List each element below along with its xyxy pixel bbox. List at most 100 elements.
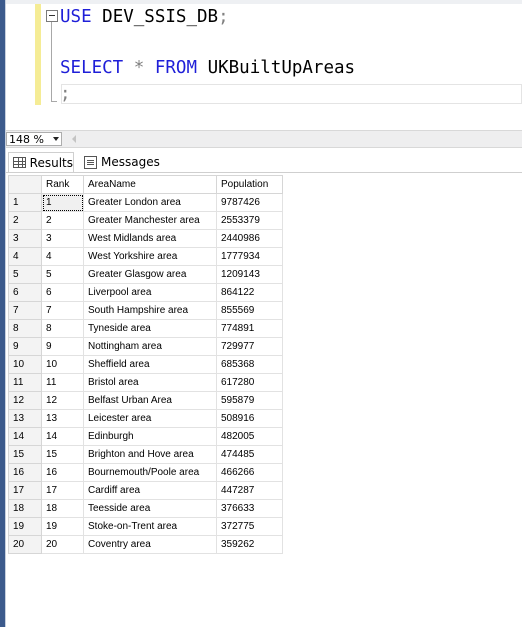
cell-areaname[interactable]: Stoke-on-Trent area	[83, 517, 217, 536]
row-number[interactable]: 4	[8, 247, 42, 266]
column-header-population[interactable]: Population	[216, 175, 283, 194]
table-row[interactable]: 15 15 Brighton and Hove area 474485	[8, 445, 283, 464]
cell-areaname[interactable]: Sheffield area	[83, 355, 217, 374]
cell-rank[interactable]: 8	[41, 319, 84, 338]
scroll-left-icon[interactable]	[72, 135, 76, 143]
cell-population[interactable]: 774891	[216, 319, 283, 338]
cell-rank[interactable]: 2	[41, 211, 84, 230]
column-header-rank[interactable]: Rank	[41, 175, 84, 194]
cell-population[interactable]: 372775	[216, 517, 283, 536]
cell-population[interactable]: 617280	[216, 373, 283, 392]
row-number[interactable]: 19	[8, 517, 42, 536]
table-row[interactable]: 10 10 Sheffield area 685368	[8, 355, 283, 374]
cell-rank[interactable]: 5	[41, 265, 84, 284]
row-number[interactable]: 20	[8, 535, 42, 554]
row-number[interactable]: 10	[8, 355, 42, 374]
row-number[interactable]: 13	[8, 409, 42, 428]
code-line-use[interactable]: USE DEV_SSIS_DB;	[60, 7, 229, 27]
code-line-select[interactable]: SELECT * FROM UKBuiltUpAreas	[60, 58, 355, 78]
table-row[interactable]: 13 13 Leicester area 508916	[8, 409, 283, 428]
cell-rank[interactable]: 6	[41, 283, 84, 302]
chevron-down-icon[interactable]	[53, 137, 59, 141]
row-number[interactable]: 1	[8, 193, 42, 212]
cell-areaname[interactable]: Brighton and Hove area	[83, 445, 217, 464]
row-number[interactable]: 16	[8, 463, 42, 482]
cell-population[interactable]: 474485	[216, 445, 283, 464]
cell-areaname[interactable]: Tyneside area	[83, 319, 217, 338]
row-number[interactable]: 15	[8, 445, 42, 464]
cell-population[interactable]: 376633	[216, 499, 283, 518]
cell-areaname[interactable]: Belfast Urban Area	[83, 391, 217, 410]
cell-rank[interactable]: 18	[41, 499, 84, 518]
table-row[interactable]: 6 6 Liverpool area 864122	[8, 283, 283, 302]
table-row[interactable]: 4 4 West Yorkshire area 1777934	[8, 247, 283, 266]
cell-rank[interactable]: 3	[41, 229, 84, 248]
cell-population[interactable]: 685368	[216, 355, 283, 374]
cell-areaname[interactable]: Coventry area	[83, 535, 217, 554]
cell-rank[interactable]: 14	[41, 427, 84, 446]
row-number[interactable]: 3	[8, 229, 42, 248]
collapse-outline-icon[interactable]	[46, 10, 58, 22]
cell-areaname[interactable]: Cardiff area	[83, 481, 217, 500]
cell-rank[interactable]: 1	[41, 193, 84, 212]
cell-areaname[interactable]: Leicester area	[83, 409, 217, 428]
tab-results[interactable]: Results	[8, 152, 74, 172]
cell-areaname[interactable]: Bournemouth/Poole area	[83, 463, 217, 482]
cell-areaname[interactable]: Greater Manchester area	[83, 211, 217, 230]
cell-areaname[interactable]: Edinburgh	[83, 427, 217, 446]
table-row[interactable]: 1 1 Greater London area 9787426	[8, 193, 283, 212]
cell-population[interactable]: 9787426	[216, 193, 283, 212]
table-row[interactable]: 18 18 Teesside area 376633	[8, 499, 283, 518]
cell-population[interactable]: 1209143	[216, 265, 283, 284]
query-editor[interactable]: USE DEV_SSIS_DB; SELECT * FROM UKBuiltUp…	[6, 0, 522, 130]
cell-areaname[interactable]: Bristol area	[83, 373, 217, 392]
cell-rank[interactable]: 17	[41, 481, 84, 500]
table-row[interactable]: 14 14 Edinburgh 482005	[8, 427, 283, 446]
table-row[interactable]: 11 11 Bristol area 617280	[8, 373, 283, 392]
row-number[interactable]: 6	[8, 283, 42, 302]
row-number[interactable]: 11	[8, 373, 42, 392]
table-row[interactable]: 5 5 Greater Glasgow area 1209143	[8, 265, 283, 284]
cell-rank[interactable]: 13	[41, 409, 84, 428]
cell-areaname[interactable]: West Yorkshire area	[83, 247, 217, 266]
cell-population[interactable]: 855569	[216, 301, 283, 320]
row-number[interactable]: 14	[8, 427, 42, 446]
cell-population[interactable]: 359262	[216, 535, 283, 554]
tab-messages[interactable]: Messages	[80, 152, 160, 172]
cell-rank[interactable]: 4	[41, 247, 84, 266]
table-row[interactable]: 9 9 Nottingham area 729977	[8, 337, 283, 356]
cell-population[interactable]: 2440986	[216, 229, 283, 248]
row-number[interactable]: 17	[8, 481, 42, 500]
row-number[interactable]: 12	[8, 391, 42, 410]
table-row[interactable]: 3 3 West Midlands area 2440986	[8, 229, 283, 248]
cell-population[interactable]: 466266	[216, 463, 283, 482]
row-number[interactable]: 18	[8, 499, 42, 518]
cell-areaname[interactable]: South Hampshire area	[83, 301, 217, 320]
table-row[interactable]: 12 12 Belfast Urban Area 595879	[8, 391, 283, 410]
row-number[interactable]: 9	[8, 337, 42, 356]
row-number[interactable]: 7	[8, 301, 42, 320]
code-line-terminator[interactable]: ;	[60, 84, 71, 104]
cell-rank[interactable]: 10	[41, 355, 84, 374]
table-row[interactable]: 20 20 Coventry area 359262	[8, 535, 283, 554]
cell-population[interactable]: 1777934	[216, 247, 283, 266]
cell-population[interactable]: 864122	[216, 283, 283, 302]
table-row[interactable]: 2 2 Greater Manchester area 2553379	[8, 211, 283, 230]
results-grid[interactable]: Rank AreaName Population 1 1 Greater Londo…	[6, 173, 522, 627]
cell-areaname[interactable]: West Midlands area	[83, 229, 217, 248]
cell-rank[interactable]: 7	[41, 301, 84, 320]
cell-areaname[interactable]: Teesside area	[83, 499, 217, 518]
row-number[interactable]: 8	[8, 319, 42, 338]
cell-population[interactable]: 729977	[216, 337, 283, 356]
cell-areaname[interactable]: Greater London area	[83, 193, 217, 212]
cell-rank[interactable]: 15	[41, 445, 84, 464]
table-row[interactable]: 19 19 Stoke-on-Trent area 372775	[8, 517, 283, 536]
cell-population[interactable]: 595879	[216, 391, 283, 410]
table-row[interactable]: 8 8 Tyneside area 774891	[8, 319, 283, 338]
row-number[interactable]: 5	[8, 265, 42, 284]
cell-areaname[interactable]: Nottingham area	[83, 337, 217, 356]
row-number[interactable]: 2	[8, 211, 42, 230]
cell-population[interactable]: 508916	[216, 409, 283, 428]
cell-areaname[interactable]: Greater Glasgow area	[83, 265, 217, 284]
cell-areaname[interactable]: Liverpool area	[83, 283, 217, 302]
